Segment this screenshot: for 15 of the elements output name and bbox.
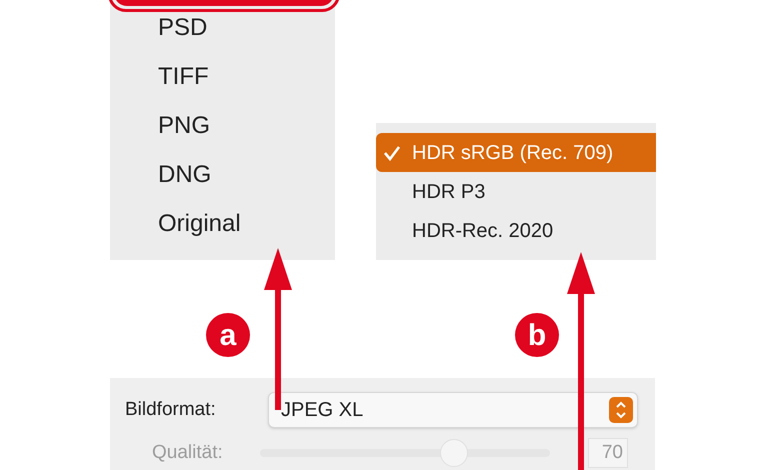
annotation-badge: a: [206, 313, 250, 357]
menu-item[interactable]: PSD: [110, 13, 335, 43]
format-select[interactable]: JPEG XL: [268, 392, 638, 428]
annotation-badge: b: [515, 313, 559, 357]
menu-item[interactable]: PNG: [110, 111, 335, 141]
menu-item[interactable]: Original: [110, 209, 335, 239]
checkmark-icon: [382, 144, 402, 162]
quality-label: Qualität:: [151, 440, 224, 465]
menu-item[interactable]: HDR-Rec. 2020: [376, 211, 656, 250]
stepper-icon: [609, 397, 633, 423]
menu-item[interactable]: DNG: [110, 160, 335, 190]
menu-item[interactable]: HDR P3: [376, 172, 656, 211]
format-label: Bildformat:: [124, 398, 217, 422]
menu-item[interactable]: HDR sRGB (Rec. 709): [376, 133, 656, 172]
menu-item[interactable]: TIFF: [110, 62, 335, 92]
